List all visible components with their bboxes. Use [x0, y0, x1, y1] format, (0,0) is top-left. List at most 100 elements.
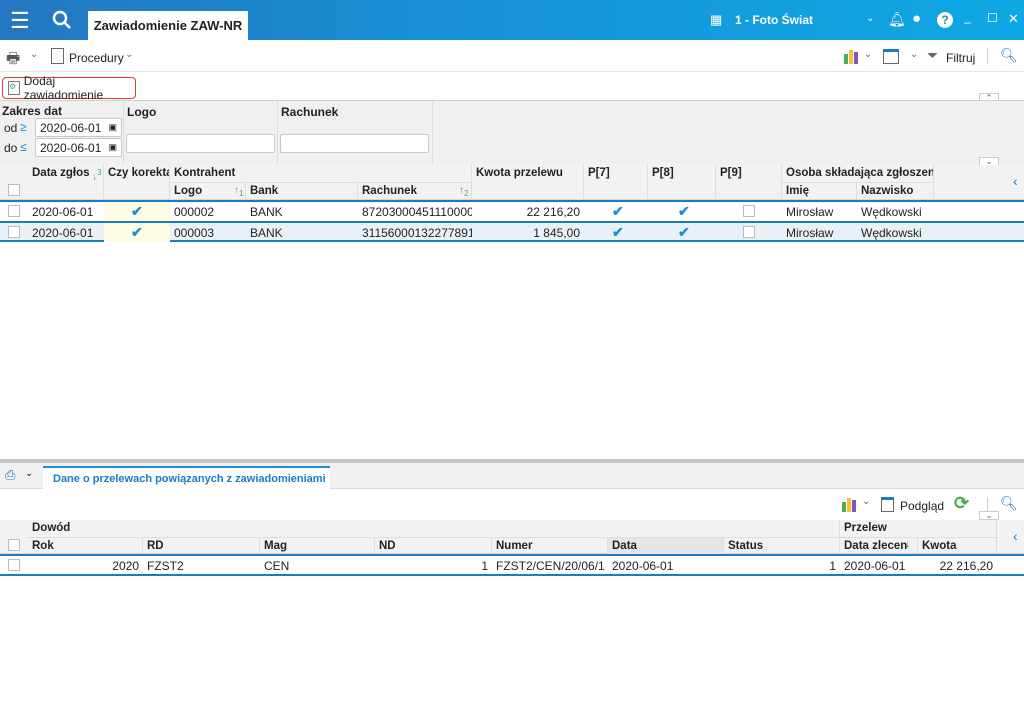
select-all-checkbox[interactable]: [8, 539, 20, 551]
col-year[interactable]: Rok: [28, 537, 143, 554]
settings-view-icon[interactable]: [883, 49, 899, 64]
calendar-icon[interactable]: ▣: [108, 122, 117, 133]
row-checkbox[interactable]: [8, 205, 20, 217]
help-icon[interactable]: ?: [937, 12, 953, 28]
cell-year: 2020: [112, 559, 139, 573]
col-nd[interactable]: ND: [375, 537, 492, 554]
tab-zawiadomienie[interactable]: Zawiadomienie ZAW-NR: [88, 11, 248, 40]
chevron-left-icon[interactable]: ‹: [1013, 528, 1018, 544]
cell-order-date: 2020-06-01: [844, 559, 906, 573]
cell-account: 87203000451110000: [362, 205, 472, 219]
chevron-down-icon[interactable]: ⌄: [30, 49, 38, 60]
filter-button[interactable]: Filtruj: [946, 51, 975, 65]
refresh-icon[interactable]: ⟳: [954, 493, 969, 514]
col-mag[interactable]: Mag: [260, 537, 375, 554]
table-row[interactable]: 2020 FZST2 CEN 1 FZST2/CEN/20/06/1 2020-06-01…: [0, 554, 1024, 576]
chevron-down-icon[interactable]: ⌄: [25, 468, 33, 479]
row-checkbox[interactable]: [8, 559, 20, 571]
col-account[interactable]: Rachunek: [358, 182, 472, 199]
add-notification-button[interactable]: ⚙ Dodaj zawiadomienie: [2, 74, 136, 102]
date-range-label: Zakres dat: [2, 104, 63, 118]
col-group-contractor: Kontrahent: [170, 165, 472, 182]
sort-icon: ↑1: [234, 185, 244, 198]
chart-icon[interactable]: [841, 496, 859, 515]
logo-input[interactable]: [126, 134, 275, 153]
p8-checked[interactable]: ✔: [678, 204, 690, 218]
cell-amount: 1 845,00: [533, 226, 580, 240]
cell-date: 2020-06-01: [612, 559, 674, 573]
p8-checked[interactable]: ✔: [678, 225, 690, 239]
date-from-input[interactable]: 2020-06-01 ▣: [35, 118, 122, 137]
col-rd[interactable]: RD: [143, 537, 260, 554]
user-icon[interactable]: ●: [912, 10, 921, 27]
cell-status: 1: [829, 559, 836, 573]
company-selector[interactable]: 1 - Foto Świat: [735, 13, 813, 27]
to-label: do: [4, 141, 18, 155]
filter-icon: ⏷: [927, 47, 939, 63]
table-row[interactable]: 2020-06-01 ✔ ✔ ✔ 000003 BANK 31156000132277…: [0, 221, 1024, 242]
table-row[interactable]: 2020-06-01 ✔ ✔ ✔ 000002 BANK 87203000451110…: [0, 200, 1024, 221]
cell-last-name: Wędkowski: [861, 205, 922, 219]
col-date[interactable]: Data: [608, 537, 724, 554]
date-to-input[interactable]: 2020-06-01 ▣: [35, 138, 122, 157]
procedures-button[interactable]: Procedury: [69, 51, 124, 65]
search-icon[interactable]: [52, 10, 72, 30]
p9-checkbox[interactable]: [743, 226, 755, 238]
cell-date: 2020-06-01: [32, 226, 94, 240]
view-icon[interactable]: ⎙: [5, 467, 15, 483]
close-icon[interactable]: ✕: [1008, 11, 1019, 27]
col-correction[interactable]: Czy korekta: [104, 165, 170, 200]
p7-checked[interactable]: ✔: [612, 204, 624, 218]
correction-checked[interactable]: ✔: [131, 204, 143, 218]
search-icon[interactable]: 🔍︎: [1000, 47, 1018, 64]
toolbar: 🖶 ⌄ Procedury ⌄ ⌄ ⌄ ⏷ Filtruj 🔍︎: [0, 40, 1024, 72]
row-checkbox[interactable]: [8, 226, 20, 238]
calendar-icon[interactable]: ▣: [108, 142, 117, 153]
sort-down-icon: ↓: [905, 538, 911, 550]
col-p9[interactable]: P[9]: [716, 165, 782, 200]
col-amount[interactable]: Kwota przelewu: [472, 165, 584, 200]
chevron-down-icon[interactable]: ⌄: [910, 49, 918, 60]
col-last-name[interactable]: Nazwisko: [857, 182, 934, 199]
col-p7[interactable]: P[7]: [584, 165, 648, 200]
expand-button[interactable]: ⌄: [979, 511, 999, 520]
chart-icon[interactable]: [843, 48, 861, 67]
cell-bank: BANK: [250, 205, 283, 219]
col-amount[interactable]: Kwota: [918, 537, 997, 554]
bell-icon[interactable]: 🔔︎: [888, 11, 906, 28]
search-icon[interactable]: 🔍︎: [1000, 495, 1018, 512]
apps-grid-icon[interactable]: ▦: [710, 12, 722, 28]
print-icon[interactable]: 🖶: [6, 48, 20, 73]
maximize-icon[interactable]: ☐: [987, 11, 998, 25]
p7-checked[interactable]: ✔: [612, 225, 624, 239]
cell-last-name: Wędkowski: [861, 226, 922, 240]
cell-bank: BANK: [250, 226, 283, 240]
cell-logo: 000002: [174, 205, 215, 219]
col-bank[interactable]: Bank: [246, 182, 358, 199]
col-status[interactable]: Status: [724, 537, 840, 554]
minimize-icon[interactable]: _: [964, 10, 971, 24]
gte-icon: ≥: [20, 120, 27, 134]
chevron-left-icon[interactable]: ‹: [1013, 173, 1018, 189]
col-number[interactable]: Numer: [492, 537, 608, 554]
account-input[interactable]: [280, 134, 429, 153]
preview-button[interactable]: Podgląd: [900, 499, 944, 513]
chevron-down-icon[interactable]: ⌄: [862, 496, 870, 507]
cell-date: 2020-06-01: [32, 205, 94, 219]
col-group-transfer: Przelew: [840, 520, 997, 537]
cell-logo: 000003: [174, 226, 215, 240]
cell-amount: 22 216,20: [939, 559, 993, 573]
menu-icon[interactable]: ☰: [10, 8, 30, 34]
col-p8[interactable]: P[8]: [648, 165, 716, 200]
correction-checked[interactable]: ✔: [131, 225, 143, 239]
chevron-down-icon[interactable]: ⌄: [864, 49, 872, 60]
grid-header: Data zgłos ↓3 Czy korekta Kontrahent Log…: [0, 165, 1024, 200]
col-group-document: Dowód: [28, 520, 840, 537]
bottom-toolbar: ⌄ Podgląd ⟳ 🔍︎ ⌄: [0, 490, 1024, 520]
gear-document-icon: ⚙: [8, 81, 20, 95]
tab-transfers[interactable]: Dane o przelewach powiązanych z zawiadom…: [43, 466, 330, 489]
p9-checkbox[interactable]: [743, 205, 755, 217]
chevron-down-icon[interactable]: ⌄: [866, 13, 874, 24]
select-all-checkbox[interactable]: [8, 184, 20, 196]
col-first-name[interactable]: Imię: [782, 182, 857, 199]
